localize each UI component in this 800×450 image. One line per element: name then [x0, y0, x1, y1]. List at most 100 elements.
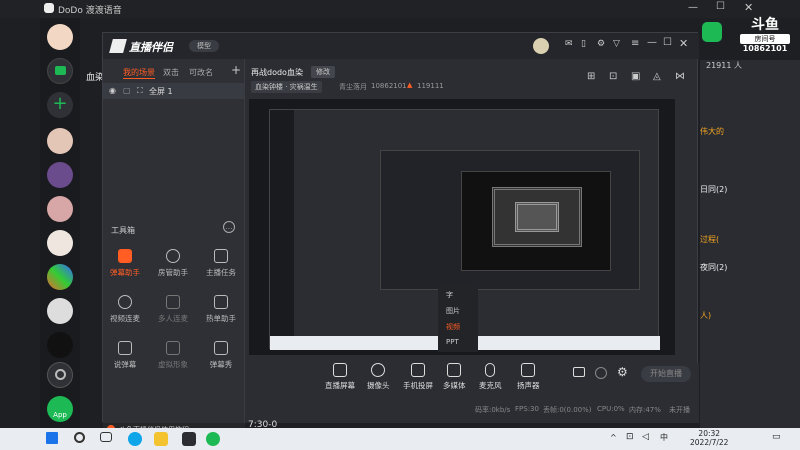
live-app-icon[interactable]: [182, 432, 196, 446]
tool-hot-list[interactable]: 热单助手: [203, 295, 239, 324]
category-tag[interactable]: 血染钟楼 · 灾祸温生: [251, 81, 322, 93]
bell-icon[interactable]: ◬: [653, 71, 661, 82]
btn-phone-cast[interactable]: 手机投屏: [403, 363, 433, 391]
server-avatar[interactable]: [47, 196, 73, 222]
tool-room-manager[interactable]: 房管助手: [155, 249, 191, 278]
edit-title-button[interactable]: 修改: [311, 66, 335, 78]
close-icon[interactable]: ✕: [679, 37, 688, 50]
member-count: 21911 人: [706, 61, 742, 70]
live-state: 未开播: [669, 406, 690, 414]
danmu-icon: [118, 249, 132, 263]
star-icon: [214, 295, 228, 309]
windows-start-icon[interactable]: [46, 432, 58, 444]
folder-icon[interactable]: [154, 432, 168, 446]
nested-sidebar: [270, 110, 294, 350]
shirt-icon[interactable]: ▽: [613, 39, 620, 49]
lock-icon[interactable]: ⊡: [609, 71, 617, 82]
member-item: 夜同(2): [700, 263, 728, 272]
chat-icon[interactable]: [47, 58, 73, 84]
toolbox-label: 工具箱: [111, 226, 135, 235]
server-avatar[interactable]: [47, 24, 73, 50]
douyu-room-badge: 斗鱼 房间号 10862101: [740, 14, 790, 54]
layout-icon[interactable]: ▣: [631, 71, 640, 82]
download-icon: [166, 341, 180, 355]
tool-video-link[interactable]: 视频连麦: [107, 295, 143, 324]
search-icon[interactable]: [74, 432, 85, 443]
maximize-icon[interactable]: ☐: [663, 37, 672, 48]
menu-item-text[interactable]: 字: [446, 290, 453, 300]
gift-icon[interactable]: ⊞: [587, 71, 595, 82]
server-avatar[interactable]: [47, 298, 73, 324]
scene-item[interactable]: ◉ ▢ ⛶ 全屏 1: [103, 83, 245, 99]
tab-my-scene[interactable]: 我的场景: [123, 67, 155, 79]
eye-icon[interactable]: ◉: [109, 86, 116, 95]
app-icon[interactable]: App: [47, 396, 73, 422]
room-label: 房间号: [740, 34, 790, 44]
tray-up-icon[interactable]: ^: [610, 433, 617, 442]
btn-speaker[interactable]: 扬声器: [517, 363, 540, 391]
menu-item-video[interactable]: 视频: [446, 322, 460, 332]
server-avatar[interactable]: [47, 230, 73, 256]
settings-icon[interactable]: ⚙: [597, 39, 605, 49]
edge-icon[interactable]: [128, 432, 142, 446]
add-server-icon[interactable]: +: [47, 92, 73, 118]
task-view-icon[interactable]: [100, 432, 112, 442]
status-bar: 码率:0kb/s FPS:30 丢帧:0(0.00%) CPU:0% 内存:47…: [245, 405, 699, 419]
tool-speak-danmu[interactable]: 说弹幕: [107, 341, 143, 370]
tab-rename[interactable]: 可改名: [189, 67, 213, 78]
menu-item-image[interactable]: 图片: [446, 306, 460, 316]
close-icon[interactable]: ✕: [744, 1, 753, 14]
volume-icon[interactable]: ◁: [642, 432, 649, 442]
tool-danmu-show[interactable]: 弹幕秀: [203, 341, 239, 370]
clock-date: 2022/7/22: [690, 438, 729, 447]
server-avatar[interactable]: [47, 264, 73, 290]
avatar[interactable]: [533, 38, 549, 54]
timer-icon[interactable]: [595, 367, 607, 379]
mail-icon[interactable]: ✉: [565, 39, 573, 49]
tool-multi-link[interactable]: 多人连麦: [155, 295, 191, 324]
server-avatar[interactable]: [47, 162, 73, 188]
menu-icon[interactable]: ≡: [631, 38, 639, 49]
mode-button[interactable]: 模型: [189, 40, 219, 52]
maximize-icon[interactable]: ☐: [716, 1, 725, 12]
record-icon[interactable]: [573, 367, 585, 377]
network-icon[interactable]: ⊡: [626, 432, 634, 442]
mobile-icon[interactable]: ▯: [581, 39, 586, 49]
dodo-app-title: DoDo 渡渡语音: [58, 6, 122, 16]
ime-icon[interactable]: 中: [660, 432, 668, 443]
bitrate: 码率:0kb/s: [475, 406, 511, 414]
dodo-taskbar-icon[interactable]: [206, 432, 220, 446]
share-icon[interactable]: ⋈: [675, 71, 685, 82]
settings-icon[interactable]: ⚙: [617, 365, 628, 379]
btn-screen-capture[interactable]: 直播屏幕: [325, 363, 355, 391]
douyu-logo: 斗鱼: [751, 17, 779, 33]
user-icon: [166, 249, 180, 263]
search-icon[interactable]: [47, 362, 73, 388]
member-item: 伟大的: [700, 127, 724, 136]
menu-item-ppt[interactable]: PPT: [446, 338, 459, 346]
btn-camera[interactable]: 摄像头: [367, 363, 390, 391]
server-avatar[interactable]: [47, 128, 73, 154]
lock-icon[interactable]: ▢: [123, 86, 131, 95]
nested-capture: [461, 171, 611, 271]
green-app-icon[interactable]: [702, 22, 722, 42]
scene-name: 全屏 1: [149, 87, 173, 96]
minimize-icon[interactable]: —: [647, 37, 657, 48]
server-avatar[interactable]: [47, 332, 73, 358]
start-live-button[interactable]: 开始直播: [641, 366, 691, 382]
tool-streamer-task[interactable]: 主播任务: [203, 249, 239, 278]
chat-bubble-icon: [118, 341, 132, 355]
btn-microphone[interactable]: 麦克风: [479, 363, 502, 391]
btn-multimedia[interactable]: 多媒体: [443, 363, 466, 391]
notification-icon[interactable]: ▭: [772, 432, 781, 442]
stream-title: 再战dodo血染: [251, 68, 303, 77]
minimize-icon[interactable]: —: [688, 2, 698, 13]
tool-virtual-avatar[interactable]: 虚拟形象: [155, 341, 191, 370]
clock[interactable]: 20:32 2022/7/22: [690, 429, 728, 447]
tool-danmu-assistant[interactable]: 弹幕助手: [107, 249, 143, 278]
media-icon: [447, 363, 462, 377]
toolbox-more-icon[interactable]: …: [223, 221, 235, 233]
add-scene-icon[interactable]: +: [231, 63, 241, 77]
tab-double-click[interactable]: 双击: [163, 67, 179, 78]
heat-value: 119111: [417, 82, 444, 90]
